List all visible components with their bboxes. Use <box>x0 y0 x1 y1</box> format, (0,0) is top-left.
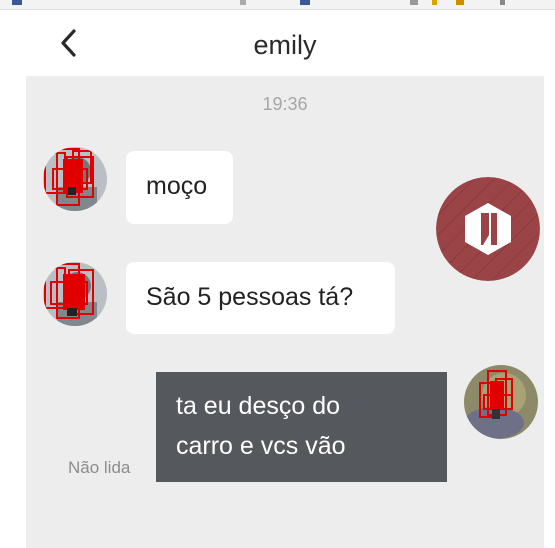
read-status: Não lida <box>68 458 131 477</box>
redacted-avatar-image <box>43 262 107 326</box>
message-bubble-incoming[interactable]: moço <box>126 151 233 224</box>
message-bubble-incoming[interactable]: São 5 pessoas tá? <box>126 262 395 334</box>
chat-title: emily <box>253 30 317 60</box>
redacted-avatar-image <box>43 147 107 211</box>
message-text: São 5 pessoas tá? <box>146 283 354 311</box>
avatar[interactable] <box>43 262 107 326</box>
avatar[interactable] <box>43 147 107 211</box>
message-timestamp: 19:36 <box>262 94 308 114</box>
message-text: moço <box>146 172 208 200</box>
chat-header: emily <box>26 10 544 76</box>
message-text-line: carro e vcs vão <box>176 432 346 460</box>
my-avatar[interactable] <box>464 365 538 439</box>
browser-tab-strip <box>0 0 555 10</box>
floating-app-button[interactable] <box>436 177 540 281</box>
message-text-line: ta eu desço do <box>176 392 341 420</box>
message-bubble-outgoing[interactable]: ta eu desço do carro e vcs vão <box>156 372 447 482</box>
message-list[interactable]: 19:36 moço São 5 pessoas tá? Não lida ta… <box>26 76 544 548</box>
redacted-avatar-image <box>464 365 538 439</box>
app-logo-icon <box>436 177 540 281</box>
